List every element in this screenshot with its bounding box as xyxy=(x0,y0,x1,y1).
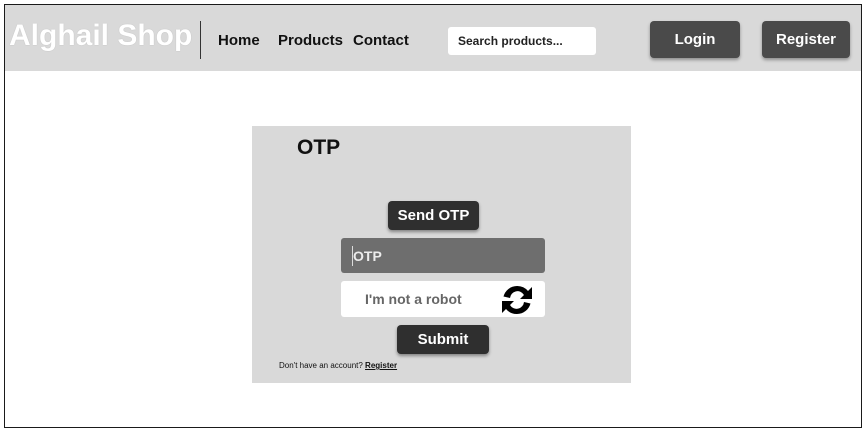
navbar: Alghail Shop Home Products Contact Login… xyxy=(5,5,861,71)
captcha-box[interactable]: I'm not a robot xyxy=(341,281,545,317)
brand-logo[interactable]: Alghail Shop xyxy=(9,19,192,53)
text-caret xyxy=(352,246,353,266)
search-input[interactable] xyxy=(448,27,596,55)
send-otp-button[interactable]: Send OTP xyxy=(388,201,479,230)
page-frame: Alghail Shop Home Products Contact Login… xyxy=(4,4,862,428)
captcha-label: I'm not a robot xyxy=(365,291,462,307)
login-button[interactable]: Login xyxy=(650,21,740,58)
register-prompt-text: Don't have an account? xyxy=(279,361,363,370)
nav-contact-link[interactable]: Contact xyxy=(353,32,409,49)
register-prompt: Don't have an account? Register xyxy=(279,361,397,370)
refresh-icon[interactable] xyxy=(499,282,535,318)
nav-products-link[interactable]: Products xyxy=(278,32,343,49)
navbar-divider xyxy=(200,21,201,59)
nav-home-link[interactable]: Home xyxy=(218,32,260,49)
register-button[interactable]: Register xyxy=(762,21,850,58)
submit-button[interactable]: Submit xyxy=(397,325,489,354)
otp-input[interactable] xyxy=(341,238,545,273)
otp-card: OTP Send OTP I'm not a robot Submit Don'… xyxy=(252,126,631,383)
otp-title: OTP xyxy=(297,136,341,159)
register-link[interactable]: Register xyxy=(365,361,397,370)
